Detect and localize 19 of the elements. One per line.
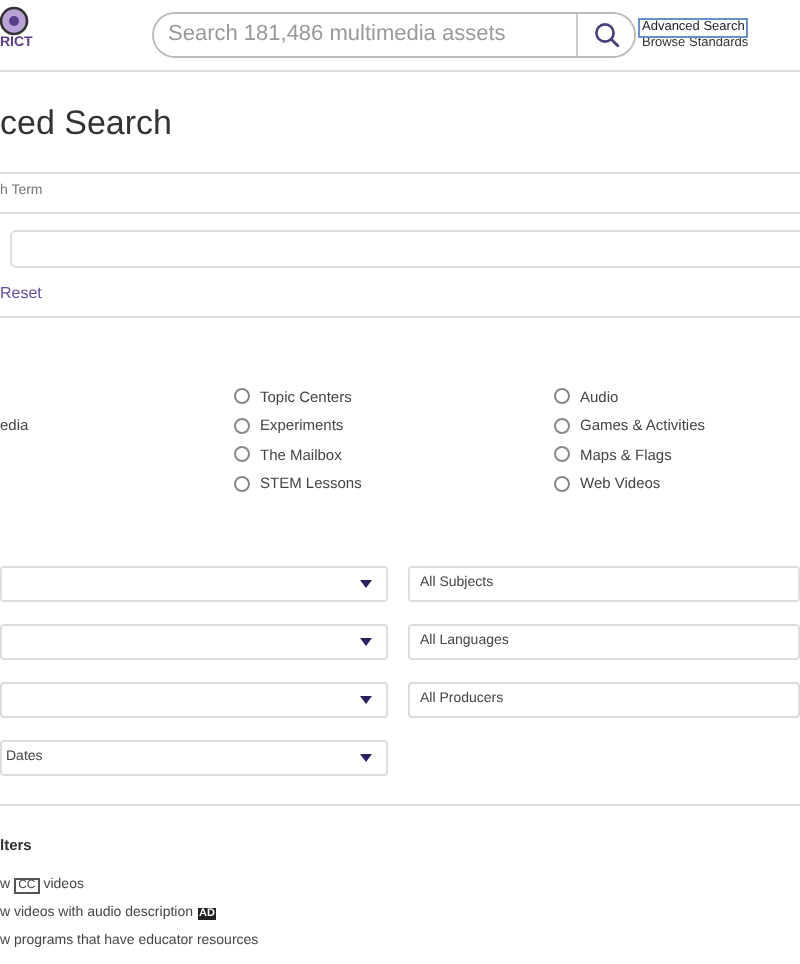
search-term-field[interactable] [10,229,800,268]
caret-icon [360,753,372,762]
caret-icon [360,637,372,646]
search-button[interactable] [576,14,634,56]
radio-button[interactable] [554,475,570,492]
caret-icon [360,579,372,588]
radio-button[interactable] [234,417,250,434]
reset-link[interactable]: Reset [0,281,42,306]
search-icon [593,22,619,48]
radio-button[interactable] [554,388,570,405]
radio-button[interactable] [234,388,250,405]
page-title: ced Search [0,104,174,145]
radio-button[interactable] [554,417,570,434]
search-field[interactable]: Search 181,486 multimedia assets [152,12,636,58]
logo-icon [0,5,30,35]
radio-button[interactable] [234,446,250,463]
radio-button[interactable] [234,475,250,492]
radio-button[interactable] [554,446,570,463]
caret-icon [360,695,372,704]
